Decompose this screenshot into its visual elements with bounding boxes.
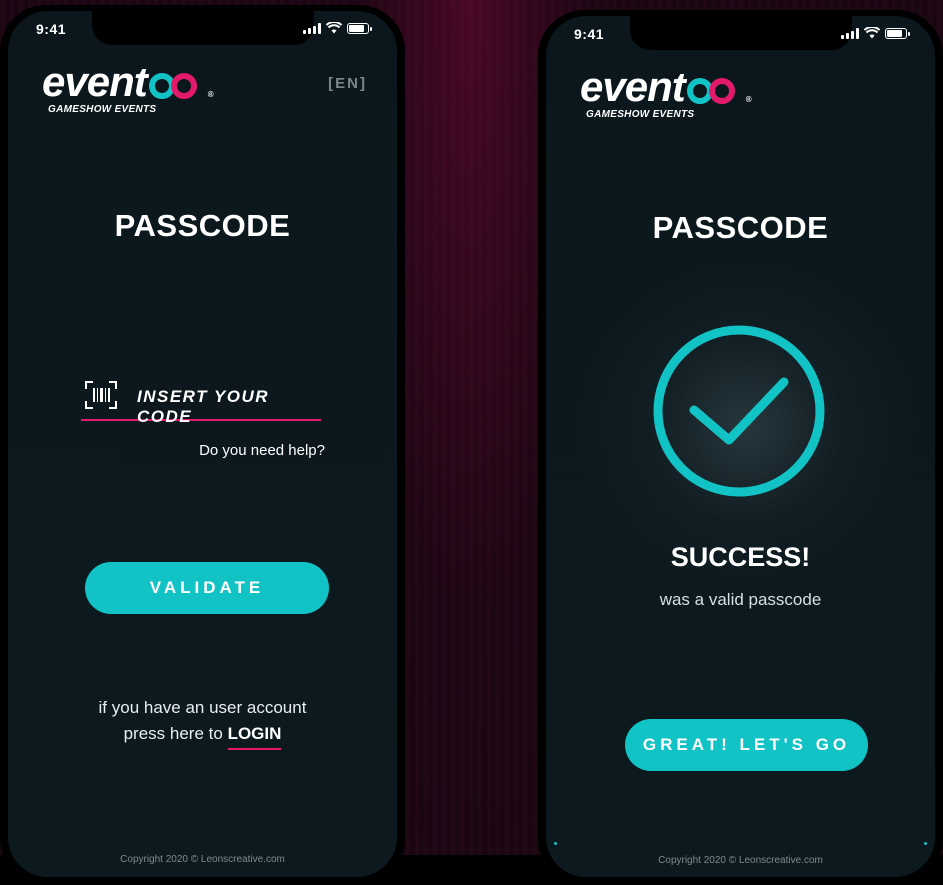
page-title: PASSCODE [114,208,291,243]
language-selector[interactable]: [EN] [328,75,367,92]
status-icons [841,27,910,39]
page-title: PASSCODE [652,210,829,245]
screen-corner-dot [554,842,557,845]
phone-passcode-entry: 9:41 event ® GAMESHOW EVENTS [EN] PASSCO… [0,5,405,885]
wifi-icon [326,22,342,34]
battery-icon [347,23,372,34]
cellular-signal-icon [303,23,321,34]
validate-button[interactable]: VALIDATE [85,562,329,614]
phone-notch [91,11,314,45]
copyright-text: Copyright 2020 © Leonscreative.com [120,854,285,865]
status-icons [303,22,372,34]
login-link[interactable]: LOGIN [227,721,281,750]
copyright-text: Copyright 2020 © Leonscreative.com [658,855,823,866]
screen-corner-dot [924,842,927,845]
logo-wordmark: event [580,63,686,110]
barcode-scan-icon[interactable] [85,381,117,409]
eventoo-logo: event ® GAMESHOW EVENTS [580,63,752,121]
eventoo-logo: event ® GAMESHOW EVENTS [42,58,214,116]
logo-rings-icon [148,71,207,103]
passcode-input[interactable]: INSERT YOUR CODE [81,377,321,426]
login-prompt: if you have an user account press here t… [8,695,397,750]
logo-wordmark: event [42,58,148,105]
logo-subtitle: GAMESHOW EVENTS [48,104,157,115]
success-message: was a valid passcode [659,590,822,609]
success-title: SUCCESS! [670,542,811,572]
wifi-icon [864,27,880,39]
login-prompt-prefix: press here to [123,724,223,743]
battery-icon [885,28,910,39]
phone-notch [629,16,852,50]
help-link[interactable]: Do you need help? [199,442,325,459]
status-time: 9:41 [574,26,605,42]
lets-go-button[interactable]: GREAT! LET'S GO [625,719,868,771]
logo-rings-icon [686,76,745,108]
screen-passcode-success: 9:41 event ® GAMESHOW EVENTS PASSCODE SU… [546,16,935,877]
logo-subtitle: GAMESHOW EVENTS [586,109,695,120]
status-time: 9:41 [36,21,67,37]
cellular-signal-icon [841,28,859,39]
passcode-placeholder: INSERT YOUR CODE [137,387,270,426]
login-prompt-line1: if you have an user account [98,698,307,717]
logo-registered-mark: ® [207,90,214,99]
phone-passcode-success: 9:41 event ® GAMESHOW EVENTS PASSCODE SU… [538,10,943,885]
screen-passcode-entry: 9:41 event ® GAMESHOW EVENTS [EN] PASSCO… [8,11,397,877]
checkmark-circle-icon [653,325,825,497]
logo-registered-mark: ® [745,95,752,104]
